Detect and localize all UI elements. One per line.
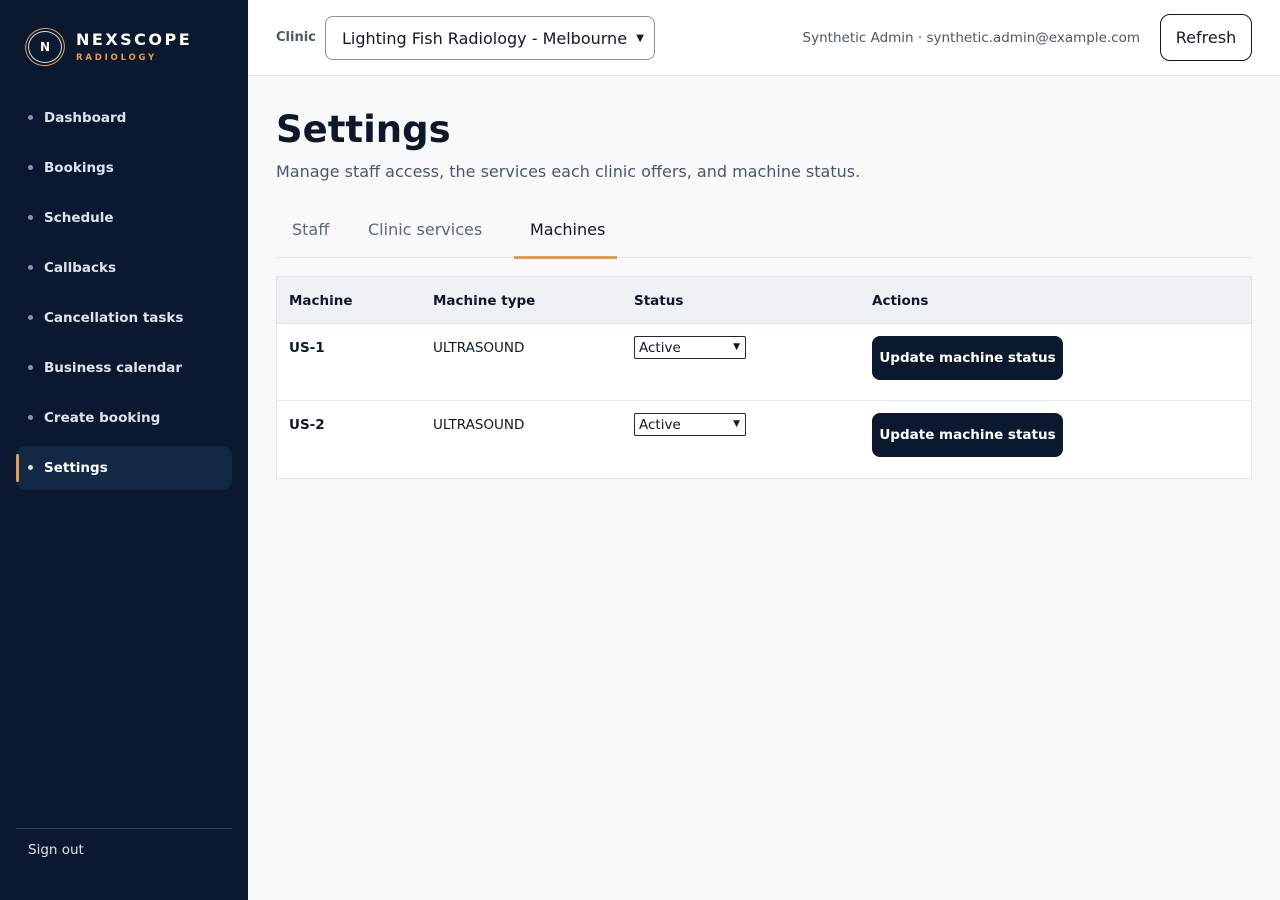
clinic-label: Clinic <box>276 30 316 45</box>
tab-machines[interactable]: Machines <box>514 212 617 259</box>
page-description: Manage staff access, the services each c… <box>276 162 861 181</box>
bullet-icon <box>28 465 33 470</box>
sidebar-divider <box>16 828 232 829</box>
sidebar-nav: Dashboard Bookings Schedule Callbacks Ca… <box>16 96 232 496</box>
sidebar-item-schedule[interactable]: Schedule <box>16 196 232 240</box>
machines-table: Machine Machine type Status Actions US-1… <box>276 276 1252 479</box>
update-machine-status-button[interactable]: Update machine status <box>872 413 1063 457</box>
machine-name: US-1 <box>289 340 325 356</box>
status-select[interactable]: Active ▼ <box>634 336 746 359</box>
table-row: US-1 ULTRASOUND Active ▼ Update machine … <box>277 324 1251 401</box>
column-header-machine: Machine <box>289 293 353 309</box>
brand-logo[interactable]: N NEXSCOPE RADIOLOGY <box>20 22 193 72</box>
sidebar-item-settings[interactable]: Settings <box>16 446 232 490</box>
sidebar-item-cancellation-tasks[interactable]: Cancellation tasks <box>16 296 232 340</box>
sidebar: N NEXSCOPE RADIOLOGY Dashboard Bookings … <box>0 0 248 900</box>
sidebar-item-callbacks[interactable]: Callbacks <box>16 246 232 290</box>
column-header-machine-type: Machine type <box>433 293 536 309</box>
brand-name: NEXSCOPE <box>76 30 193 49</box>
chevron-down-icon: ▼ <box>733 342 740 352</box>
bullet-icon <box>28 115 33 120</box>
column-header-status: Status <box>634 293 684 309</box>
sidebar-item-dashboard[interactable]: Dashboard <box>16 96 232 140</box>
tab-staff[interactable]: Staff <box>276 212 344 258</box>
column-header-actions: Actions <box>872 293 929 309</box>
nexscope-logo-icon: N <box>20 22 70 72</box>
page-title: Settings <box>276 108 451 151</box>
bullet-icon <box>28 315 33 320</box>
sidebar-item-create-booking[interactable]: Create booking <box>16 396 232 440</box>
machine-name: US-2 <box>289 417 325 433</box>
bullet-icon <box>28 265 33 270</box>
bullet-icon <box>28 215 33 220</box>
settings-tabs: Staff Clinic services Machines <box>276 212 1252 259</box>
sidebar-item-bookings[interactable]: Bookings <box>16 146 232 190</box>
table-header: Machine Machine type Status Actions <box>277 277 1251 324</box>
chevron-down-icon: ▼ <box>733 419 740 429</box>
bullet-icon <box>28 415 33 420</box>
sidebar-item-business-calendar[interactable]: Business calendar <box>16 346 232 390</box>
clinic-select[interactable]: Lighting Fish Radiology - Melbourne ▼ <box>325 16 655 60</box>
machine-type: ULTRASOUND <box>433 340 525 356</box>
top-header: Clinic Lighting Fish Radiology - Melbour… <box>248 0 1280 76</box>
update-machine-status-button[interactable]: Update machine status <box>872 336 1063 380</box>
status-select[interactable]: Active ▼ <box>634 413 746 436</box>
brand-subtitle: RADIOLOGY <box>76 53 158 63</box>
tab-clinic-services[interactable]: Clinic services <box>352 212 506 258</box>
machine-type: ULTRASOUND <box>433 417 525 433</box>
bullet-icon <box>28 365 33 370</box>
user-info: Synthetic Admin · synthetic.admin@exampl… <box>802 30 1140 46</box>
chevron-down-icon: ▼ <box>636 33 644 44</box>
bullet-icon <box>28 165 33 170</box>
refresh-button[interactable]: Refresh <box>1160 14 1252 61</box>
table-row: US-2 ULTRASOUND Active ▼ Update machine … <box>277 401 1251 478</box>
sign-out-link[interactable]: Sign out <box>28 842 84 858</box>
